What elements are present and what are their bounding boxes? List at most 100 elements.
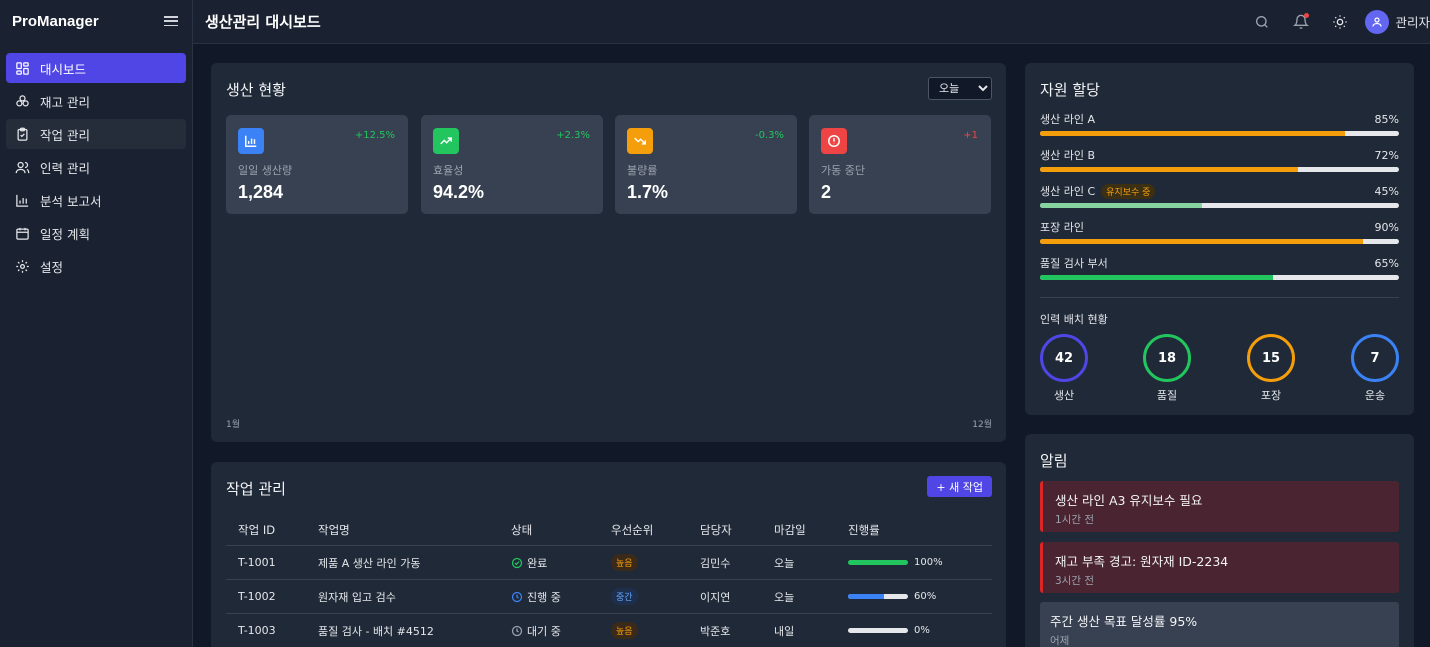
avatar[interactable] — [1365, 9, 1390, 34]
task-priority: 높음 — [611, 546, 638, 579]
resource-bar — [1040, 275, 1399, 280]
card-title: 자원 할당 — [1040, 81, 1100, 99]
task-name: 품질 검사 - 배치 #4512 — [318, 624, 434, 638]
resource-bar — [1040, 167, 1399, 172]
priority-badge: 중간 — [611, 588, 638, 605]
staff-label: 품질 — [1156, 389, 1178, 402]
status-label: 대기 중 — [527, 624, 561, 638]
sidebar-item-staff[interactable]: 인력 관리 — [6, 152, 186, 182]
table-row[interactable]: T-1003 품질 검사 - 배치 #4512 대기 중 높음 박준호 내일 0… — [226, 614, 992, 647]
bell-icon[interactable] — [1293, 12, 1310, 30]
stat-label: 가동 중단 — [821, 164, 865, 177]
alerts-card: 알림 생산 라인 A3 유지보수 필요 1시간 전 재고 부족 경고: 원자재 … — [1025, 434, 1414, 647]
stat-card-defect-rate: -0.3% 불량률 1.7% — [615, 115, 797, 214]
staff-label: 생산 — [1053, 389, 1075, 402]
maintenance-badge: 유지보수 중 — [1101, 183, 1156, 199]
sidebar-item-tasks[interactable]: 작업 관리 — [6, 119, 186, 149]
new-task-button[interactable]: + 새 작업 — [927, 476, 992, 497]
column-header[interactable]: 작업 ID — [238, 514, 275, 545]
task-priority: 중간 — [611, 580, 638, 613]
progress-fill — [848, 560, 908, 565]
task-id: T-1001 — [238, 556, 276, 569]
hamburger-menu-icon[interactable] — [164, 14, 178, 28]
table-row[interactable]: T-1001 제품 A 생산 라인 가동 완료 높음 김민수 오늘 100% — [226, 546, 992, 580]
progress-bar — [848, 560, 908, 565]
column-header[interactable]: 상태 — [511, 514, 532, 545]
header-actions: 관리자 — [1231, 9, 1430, 34]
clock-icon — [511, 625, 523, 636]
resource-percent: 90% — [1374, 220, 1399, 234]
sidebar-item-dashboard[interactable]: 대시보드 — [6, 53, 186, 83]
column-header[interactable]: 마감일 — [774, 514, 806, 545]
staff-circle-production: 42 생산 — [1040, 334, 1088, 403]
status-label: 진행 중 — [527, 590, 561, 604]
resource-bar — [1040, 131, 1399, 136]
stat-value: 1,284 — [238, 182, 284, 202]
task-name: 제품 A 생산 라인 가동 — [318, 556, 421, 570]
sun-icon[interactable] — [1332, 14, 1348, 30]
gear-icon — [16, 259, 29, 273]
stat-label: 효율성 — [433, 164, 464, 177]
period-select[interactable]: 오늘 — [928, 77, 992, 100]
sidebar-item-label: 인력 관리 — [40, 160, 90, 176]
calendar-icon — [16, 227, 29, 240]
alert-item[interactable]: 재고 부족 경고: 원자재 ID-2234 3시간 전 — [1040, 542, 1399, 593]
staff-count: 7 — [1351, 334, 1399, 382]
user-name[interactable]: 관리자 — [1395, 12, 1430, 31]
users-icon — [15, 161, 30, 173]
card-title: 알림 — [1040, 452, 1068, 470]
column-header[interactable]: 우선순위 — [611, 514, 653, 545]
staff-count: 42 — [1040, 334, 1088, 382]
column-header[interactable]: 작업명 — [318, 514, 350, 545]
sidebar-item-reports[interactable]: 분석 보고서 — [6, 185, 186, 215]
column-header[interactable]: 진행률 — [848, 514, 880, 545]
priority-badge: 높음 — [611, 554, 638, 571]
task-priority: 높음 — [611, 614, 638, 647]
sidebar-item-label: 일정 계획 — [40, 226, 90, 242]
alert-text: 주간 생산 목표 달성률 95% — [1050, 614, 1198, 629]
resource-percent: 85% — [1374, 112, 1399, 126]
production-status-card: 생산 현황 오늘 +12.5% 일일 생산량 1,284 +2.3% 효율성 9… — [211, 63, 1006, 442]
resource-name: 품질 검사 부서 — [1040, 257, 1108, 270]
task-progress: 100% — [848, 546, 943, 579]
progress-label: 0% — [914, 625, 930, 636]
alert-text: 생산 라인 A3 유지보수 필요 — [1055, 493, 1203, 508]
task-progress: 0% — [848, 614, 930, 647]
column-header[interactable]: 담당자 — [700, 514, 732, 545]
sidebar-nav: 대시보드 재고 관리 작업 관리 인력 관리 분석 보고서 일정 계획 설정 — [0, 53, 192, 281]
search-icon[interactable] — [1254, 14, 1270, 30]
resource-percent: 65% — [1374, 256, 1399, 270]
alert-item[interactable]: 생산 라인 A3 유지보수 필요 1시간 전 — [1040, 481, 1399, 532]
resource-percent: 72% — [1374, 148, 1399, 162]
stat-card-efficiency: +2.3% 효율성 94.2% — [421, 115, 603, 214]
stat-delta: +12.5% — [354, 130, 395, 141]
task-due: 오늘 — [774, 590, 795, 604]
sidebar-item-schedule[interactable]: 일정 계획 — [6, 218, 186, 248]
progress-bar — [848, 594, 908, 599]
top-header: 생산관리 대시보드 관리자 — [193, 0, 1430, 44]
resource-bar — [1040, 203, 1399, 208]
progress-label: 60% — [914, 591, 937, 602]
brand-bar: ProManager — [0, 0, 192, 42]
trending-down-icon — [627, 128, 653, 154]
table-row[interactable]: T-1002 원자재 입고 검수 진행 중 중간 이지연 오늘 60% — [226, 580, 992, 614]
resource-name: 포장 라인 — [1040, 221, 1084, 234]
resource-fill — [1040, 239, 1364, 244]
sidebar-item-label: 설정 — [40, 259, 64, 275]
user-icon — [1372, 16, 1383, 27]
trending-up-icon — [433, 128, 459, 154]
alert-circle-icon — [821, 128, 847, 154]
check-circle-icon — [511, 557, 523, 568]
alert-time: 3시간 전 — [1055, 575, 1094, 587]
chart-axis-start-label: 1월 — [226, 420, 241, 430]
bar-chart-icon — [238, 128, 264, 154]
card-title: 작업 관리 — [226, 480, 286, 498]
stat-delta: +2.3% — [556, 130, 590, 141]
sidebar-item-inventory[interactable]: 재고 관리 — [6, 86, 186, 116]
divider — [1040, 297, 1399, 298]
alert-item[interactable]: 주간 생산 목표 달성률 95% 어제 — [1040, 602, 1399, 647]
stat-delta: -0.3% — [754, 130, 784, 141]
task-management-card: 작업 관리 + 새 작업 작업 ID 작업명 상태 우선순위 담당자 마감일 진… — [211, 462, 1006, 647]
sidebar-item-settings[interactable]: 설정 — [6, 251, 186, 281]
clock-icon — [511, 591, 523, 602]
